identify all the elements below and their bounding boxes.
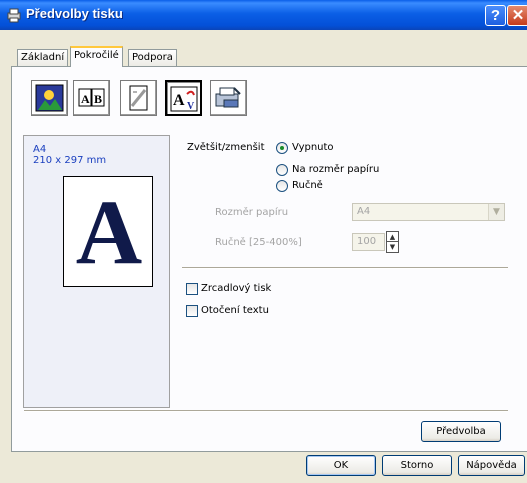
tab-podpora[interactable]: Podpora xyxy=(128,49,177,66)
tab-label: Podpora xyxy=(132,52,173,63)
scaling-label: Zvětšit/zmenšit xyxy=(187,142,265,153)
scaling-icon: A V xyxy=(170,86,198,112)
watermark-button[interactable] xyxy=(120,80,157,116)
tab-pokrocile[interactable]: Pokročilé xyxy=(70,46,123,67)
reverse-print-label[interactable]: Otočení textu xyxy=(201,305,269,316)
manual-scale-stepper[interactable]: ▲ ▼ xyxy=(386,231,399,253)
device-settings-icon xyxy=(215,87,241,108)
spin-down-icon[interactable]: ▼ xyxy=(387,242,398,252)
radio-off[interactable] xyxy=(276,142,288,154)
paper-name: A4 xyxy=(33,144,47,155)
paper-dimensions: 210 x 297 mm xyxy=(33,155,107,166)
svg-text:A: A xyxy=(81,92,90,106)
svg-text:A: A xyxy=(173,92,185,109)
close-icon: ✕ xyxy=(511,7,525,24)
paper-size-value: A4 xyxy=(357,206,371,217)
duplex-button[interactable]: A B xyxy=(73,80,110,116)
separator xyxy=(182,267,508,269)
duplex-icon: A B xyxy=(78,88,105,107)
page-letter: A xyxy=(75,181,143,283)
mirror-print-checkbox[interactable] xyxy=(186,283,198,295)
separator-bottom xyxy=(24,410,508,412)
radio-off-label[interactable]: Vypnuto xyxy=(292,142,334,153)
scaling-button[interactable]: A V xyxy=(165,80,202,116)
manual-scale-label: Ručně [25-400%] xyxy=(215,237,302,248)
manual-scale-value: 100 xyxy=(357,236,377,247)
color-quality-icon xyxy=(35,84,64,112)
radio-fit-to-paper-label[interactable]: Na rozměr papíru xyxy=(292,164,379,175)
watermark-icon xyxy=(129,85,148,111)
radio-fit-to-paper[interactable] xyxy=(276,164,288,176)
ok-button[interactable]: OK xyxy=(306,455,376,476)
svg-text:V: V xyxy=(187,101,195,112)
spin-up-icon[interactable]: ▲ xyxy=(387,232,398,242)
reverse-print-checkbox[interactable] xyxy=(186,305,198,317)
svg-text:B: B xyxy=(94,92,102,106)
title-bar[interactable]: Předvolby tisku ? ✕ xyxy=(0,0,527,30)
chevron-down-icon[interactable]: ▼ xyxy=(488,204,504,220)
manual-scale-input[interactable]: 100 xyxy=(352,233,385,251)
default-button[interactable]: Předvolba xyxy=(421,421,501,442)
paper-size-select[interactable]: A4 ▼ xyxy=(352,203,505,221)
paper-size-info: A4 210 x 297 mm xyxy=(33,144,106,166)
mirror-print-label[interactable]: Zrcadlový tisk xyxy=(201,283,271,294)
cancel-button[interactable]: Storno xyxy=(382,455,452,476)
color-quality-button[interactable] xyxy=(31,80,68,116)
printer-icon xyxy=(7,8,21,23)
close-button[interactable]: ✕ xyxy=(507,5,527,26)
printing-preferences-window: Předvolby tisku ? ✕ Základní Pokročilé P… xyxy=(0,0,527,483)
tab-label: Pokročilé xyxy=(74,50,119,61)
help-title-button[interactable]: ? xyxy=(485,5,506,26)
radio-manual-label[interactable]: Ručně xyxy=(292,180,323,191)
window-title: Předvolby tisku xyxy=(26,6,123,21)
radio-manual[interactable] xyxy=(276,180,288,192)
tab-label: Základní xyxy=(21,52,65,63)
page-thumbnail: A xyxy=(63,176,153,287)
help-button[interactable]: Nápověda xyxy=(458,455,525,476)
device-settings-button[interactable] xyxy=(210,80,247,116)
paper-size-label: Rozměr papíru xyxy=(215,207,289,218)
tab-zakladni[interactable]: Základní xyxy=(17,49,69,66)
